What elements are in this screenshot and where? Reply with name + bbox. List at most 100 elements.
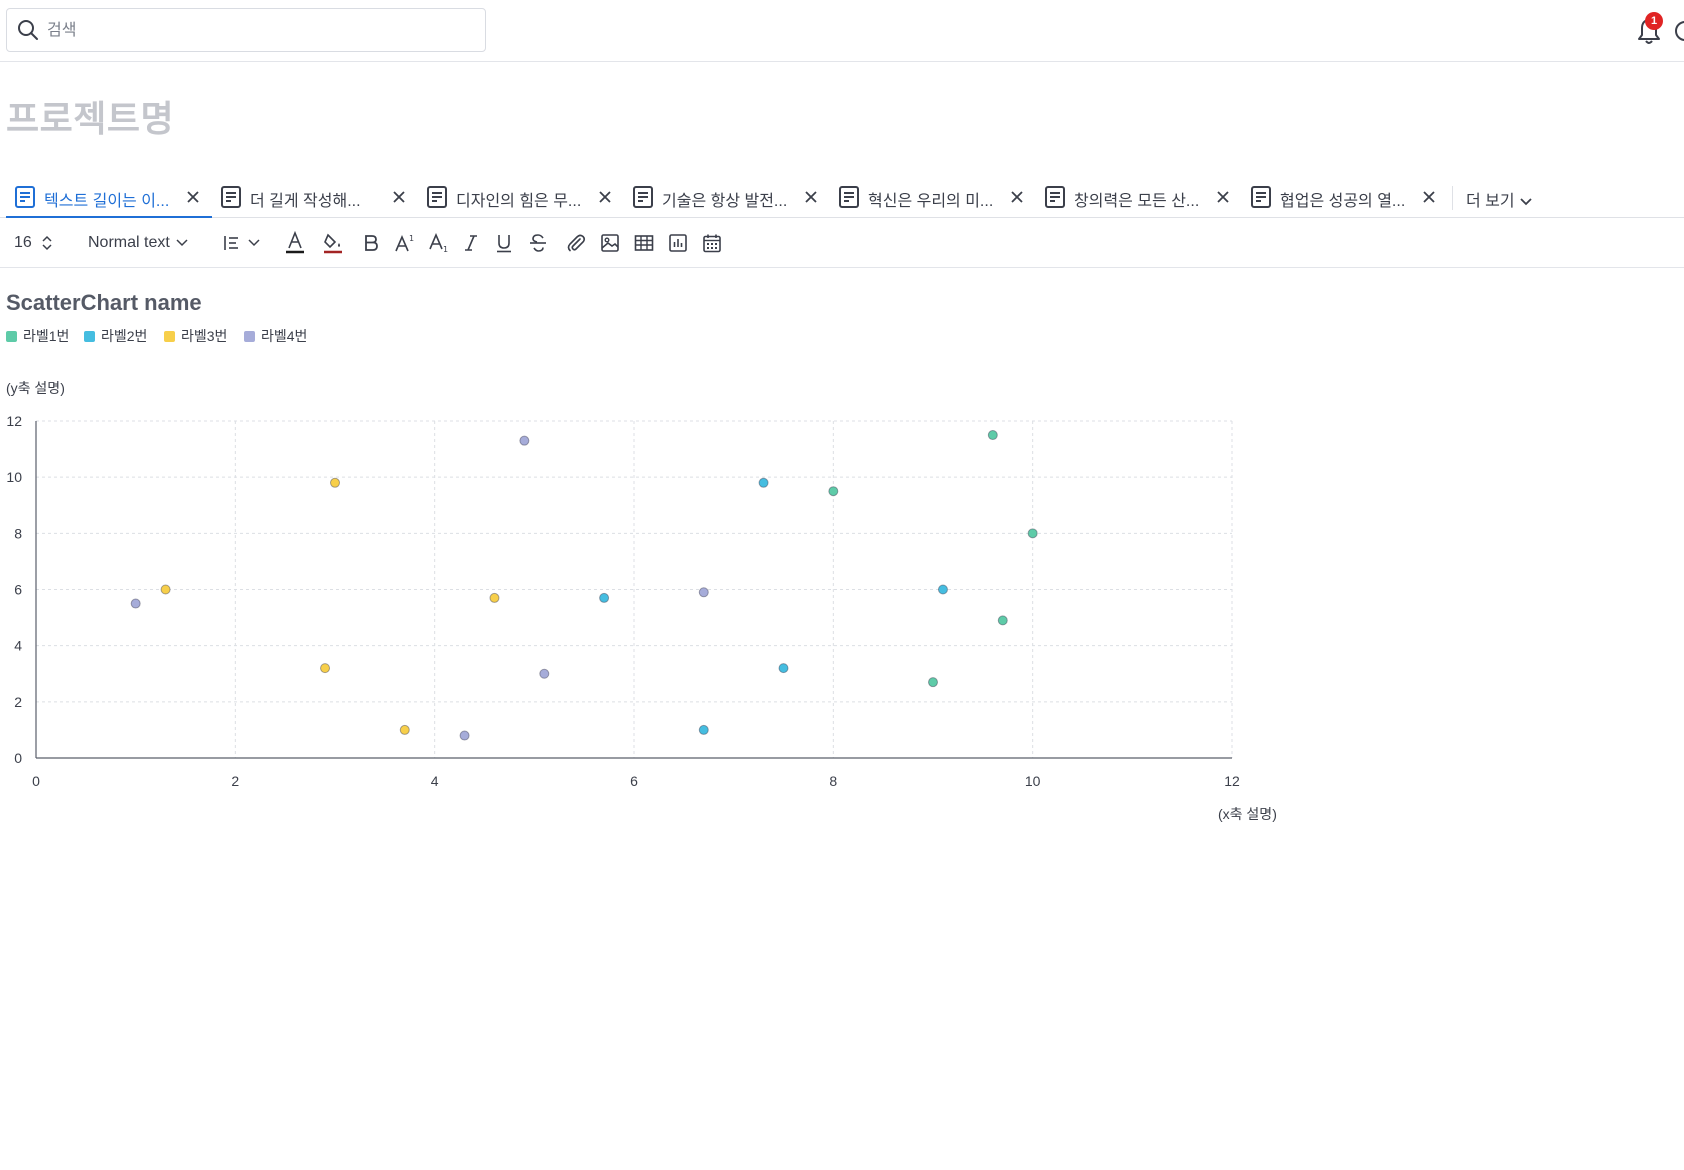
attachment-icon [567, 234, 586, 252]
font-size-value: 16 [14, 234, 32, 251]
tab-label: 협업은 성공의 열... [1280, 193, 1406, 210]
superscript-button[interactable]: 1 [394, 230, 416, 256]
strikethrough-icon [530, 234, 546, 252]
chevron-down-icon [1519, 198, 1532, 206]
bold-icon [365, 235, 378, 251]
y-tick-label: 4 [14, 638, 22, 654]
document-icon [1045, 186, 1065, 208]
x-tick-label: 8 [829, 773, 837, 789]
more-tabs-label: 더 보기 [1466, 193, 1515, 210]
strikethrough-button[interactable] [528, 230, 548, 256]
legend-item[interactable]: 라벨4번 [244, 326, 307, 346]
legend-item[interactable]: 라벨1번 [6, 326, 69, 346]
table-icon [634, 235, 654, 251]
legend-swatch [84, 331, 95, 342]
image-button[interactable] [600, 230, 620, 256]
text-color-icon [286, 231, 304, 254]
close-icon[interactable] [1422, 190, 1436, 204]
x-tick-label: 6 [630, 773, 638, 789]
close-icon[interactable] [392, 190, 406, 204]
tab-label: 기술은 항상 발전... [662, 193, 788, 210]
notification-badge: 1 [1645, 12, 1663, 30]
text-color-button[interactable] [284, 230, 306, 256]
table-button[interactable] [634, 230, 654, 256]
scatter-point-series-4 [698, 587, 709, 598]
chart-button[interactable] [668, 230, 688, 256]
close-icon[interactable] [598, 190, 612, 204]
scatter-point-series-2 [758, 477, 769, 488]
legend-item[interactable]: 라벨3번 [164, 326, 227, 346]
close-icon[interactable] [804, 190, 818, 204]
legend-label: 라벨4번 [261, 328, 308, 344]
stepper-icon [42, 235, 52, 251]
close-icon[interactable] [186, 190, 200, 204]
svg-text:1: 1 [443, 245, 448, 253]
close-icon[interactable] [1216, 190, 1230, 204]
svg-text:1: 1 [409, 234, 414, 243]
tab-label: 더 길게 작성해... [250, 193, 361, 210]
x-tick-label: 12 [1224, 773, 1240, 789]
y-tick-label: 0 [14, 750, 22, 766]
tab-1[interactable]: 더 길게 작성해... [212, 178, 418, 218]
scatter-point-series-2 [698, 724, 709, 735]
text-style-dropdown[interactable]: Normal text [88, 230, 188, 256]
scatter-point-series-1 [997, 615, 1008, 626]
align-dropdown[interactable] [222, 230, 260, 256]
y-tick-label: 2 [14, 694, 22, 710]
y-tick-label: 12 [6, 413, 22, 429]
tab-3[interactable]: 기술은 항상 발전... [624, 178, 830, 218]
close-icon[interactable] [1010, 190, 1024, 204]
scatter-point-series-1 [987, 430, 998, 441]
more-tabs-button[interactable]: 더 보기 [1466, 187, 1533, 211]
x-tick-label: 4 [431, 773, 439, 789]
legend-label: 라벨1번 [23, 328, 70, 344]
underline-button[interactable] [494, 230, 514, 256]
tab-label: 창의력은 모든 산... [1074, 193, 1200, 210]
user-icon[interactable] [1672, 18, 1684, 44]
text-style-value: Normal text [88, 234, 170, 251]
underline-icon [497, 235, 511, 253]
legend-item[interactable]: 라벨2번 [84, 326, 147, 346]
editor-toolbar: 16 Normal text 1 1 [0, 218, 1684, 268]
tab-4[interactable]: 혁신은 우리의 미... [830, 178, 1036, 218]
tab-0[interactable]: 텍스트 길이는 이... [6, 178, 212, 218]
highlight-icon [324, 233, 342, 254]
scatter-point-series-1 [1027, 528, 1038, 539]
x-tick-label: 0 [32, 773, 40, 789]
scatter-point-series-2 [937, 584, 948, 595]
font-size-stepper[interactable]: 16 [14, 230, 52, 256]
scatter-point-series-4 [459, 730, 470, 741]
italic-icon [465, 235, 477, 251]
document-icon [839, 186, 859, 208]
scatter-point-series-4 [539, 668, 550, 679]
scatter-point-series-2 [599, 592, 610, 603]
bold-button[interactable] [362, 230, 380, 256]
italic-button[interactable] [462, 230, 480, 256]
x-tick-label: 2 [231, 773, 239, 789]
tab-label: 텍스트 길이는 이... [44, 193, 170, 210]
attachment-button[interactable] [566, 230, 586, 256]
subscript-button[interactable]: 1 [428, 230, 450, 256]
image-icon [601, 234, 619, 252]
legend-swatch [6, 331, 17, 342]
x-tick-label: 10 [1025, 773, 1041, 789]
search-box[interactable] [6, 8, 486, 52]
search-input[interactable] [45, 17, 469, 45]
tab-6[interactable]: 협업은 성공의 열... [1242, 178, 1448, 218]
tab-divider [1452, 186, 1453, 210]
calendar-icon [703, 234, 721, 253]
tab-5[interactable]: 창의력은 모든 산... [1036, 178, 1242, 218]
y-tick-label: 6 [14, 582, 22, 598]
tab-label: 혁신은 우리의 미... [868, 193, 994, 210]
top-bar: 1 [0, 0, 1684, 62]
chevron-down-icon [248, 239, 260, 247]
legend-label: 라벨3번 [181, 328, 228, 344]
subscript-icon: 1 [429, 233, 448, 253]
highlight-button[interactable] [322, 230, 344, 256]
chevron-down-icon [176, 239, 188, 247]
tab-2[interactable]: 디자인의 힘은 무... [418, 178, 624, 218]
scatter-point-series-3 [330, 477, 340, 488]
legend-swatch [164, 331, 175, 342]
scatter-plot: 0 2 4 6 8 10 12 0 2 4 6 8 10 12 [6, 413, 1240, 789]
calendar-button[interactable] [702, 230, 722, 256]
